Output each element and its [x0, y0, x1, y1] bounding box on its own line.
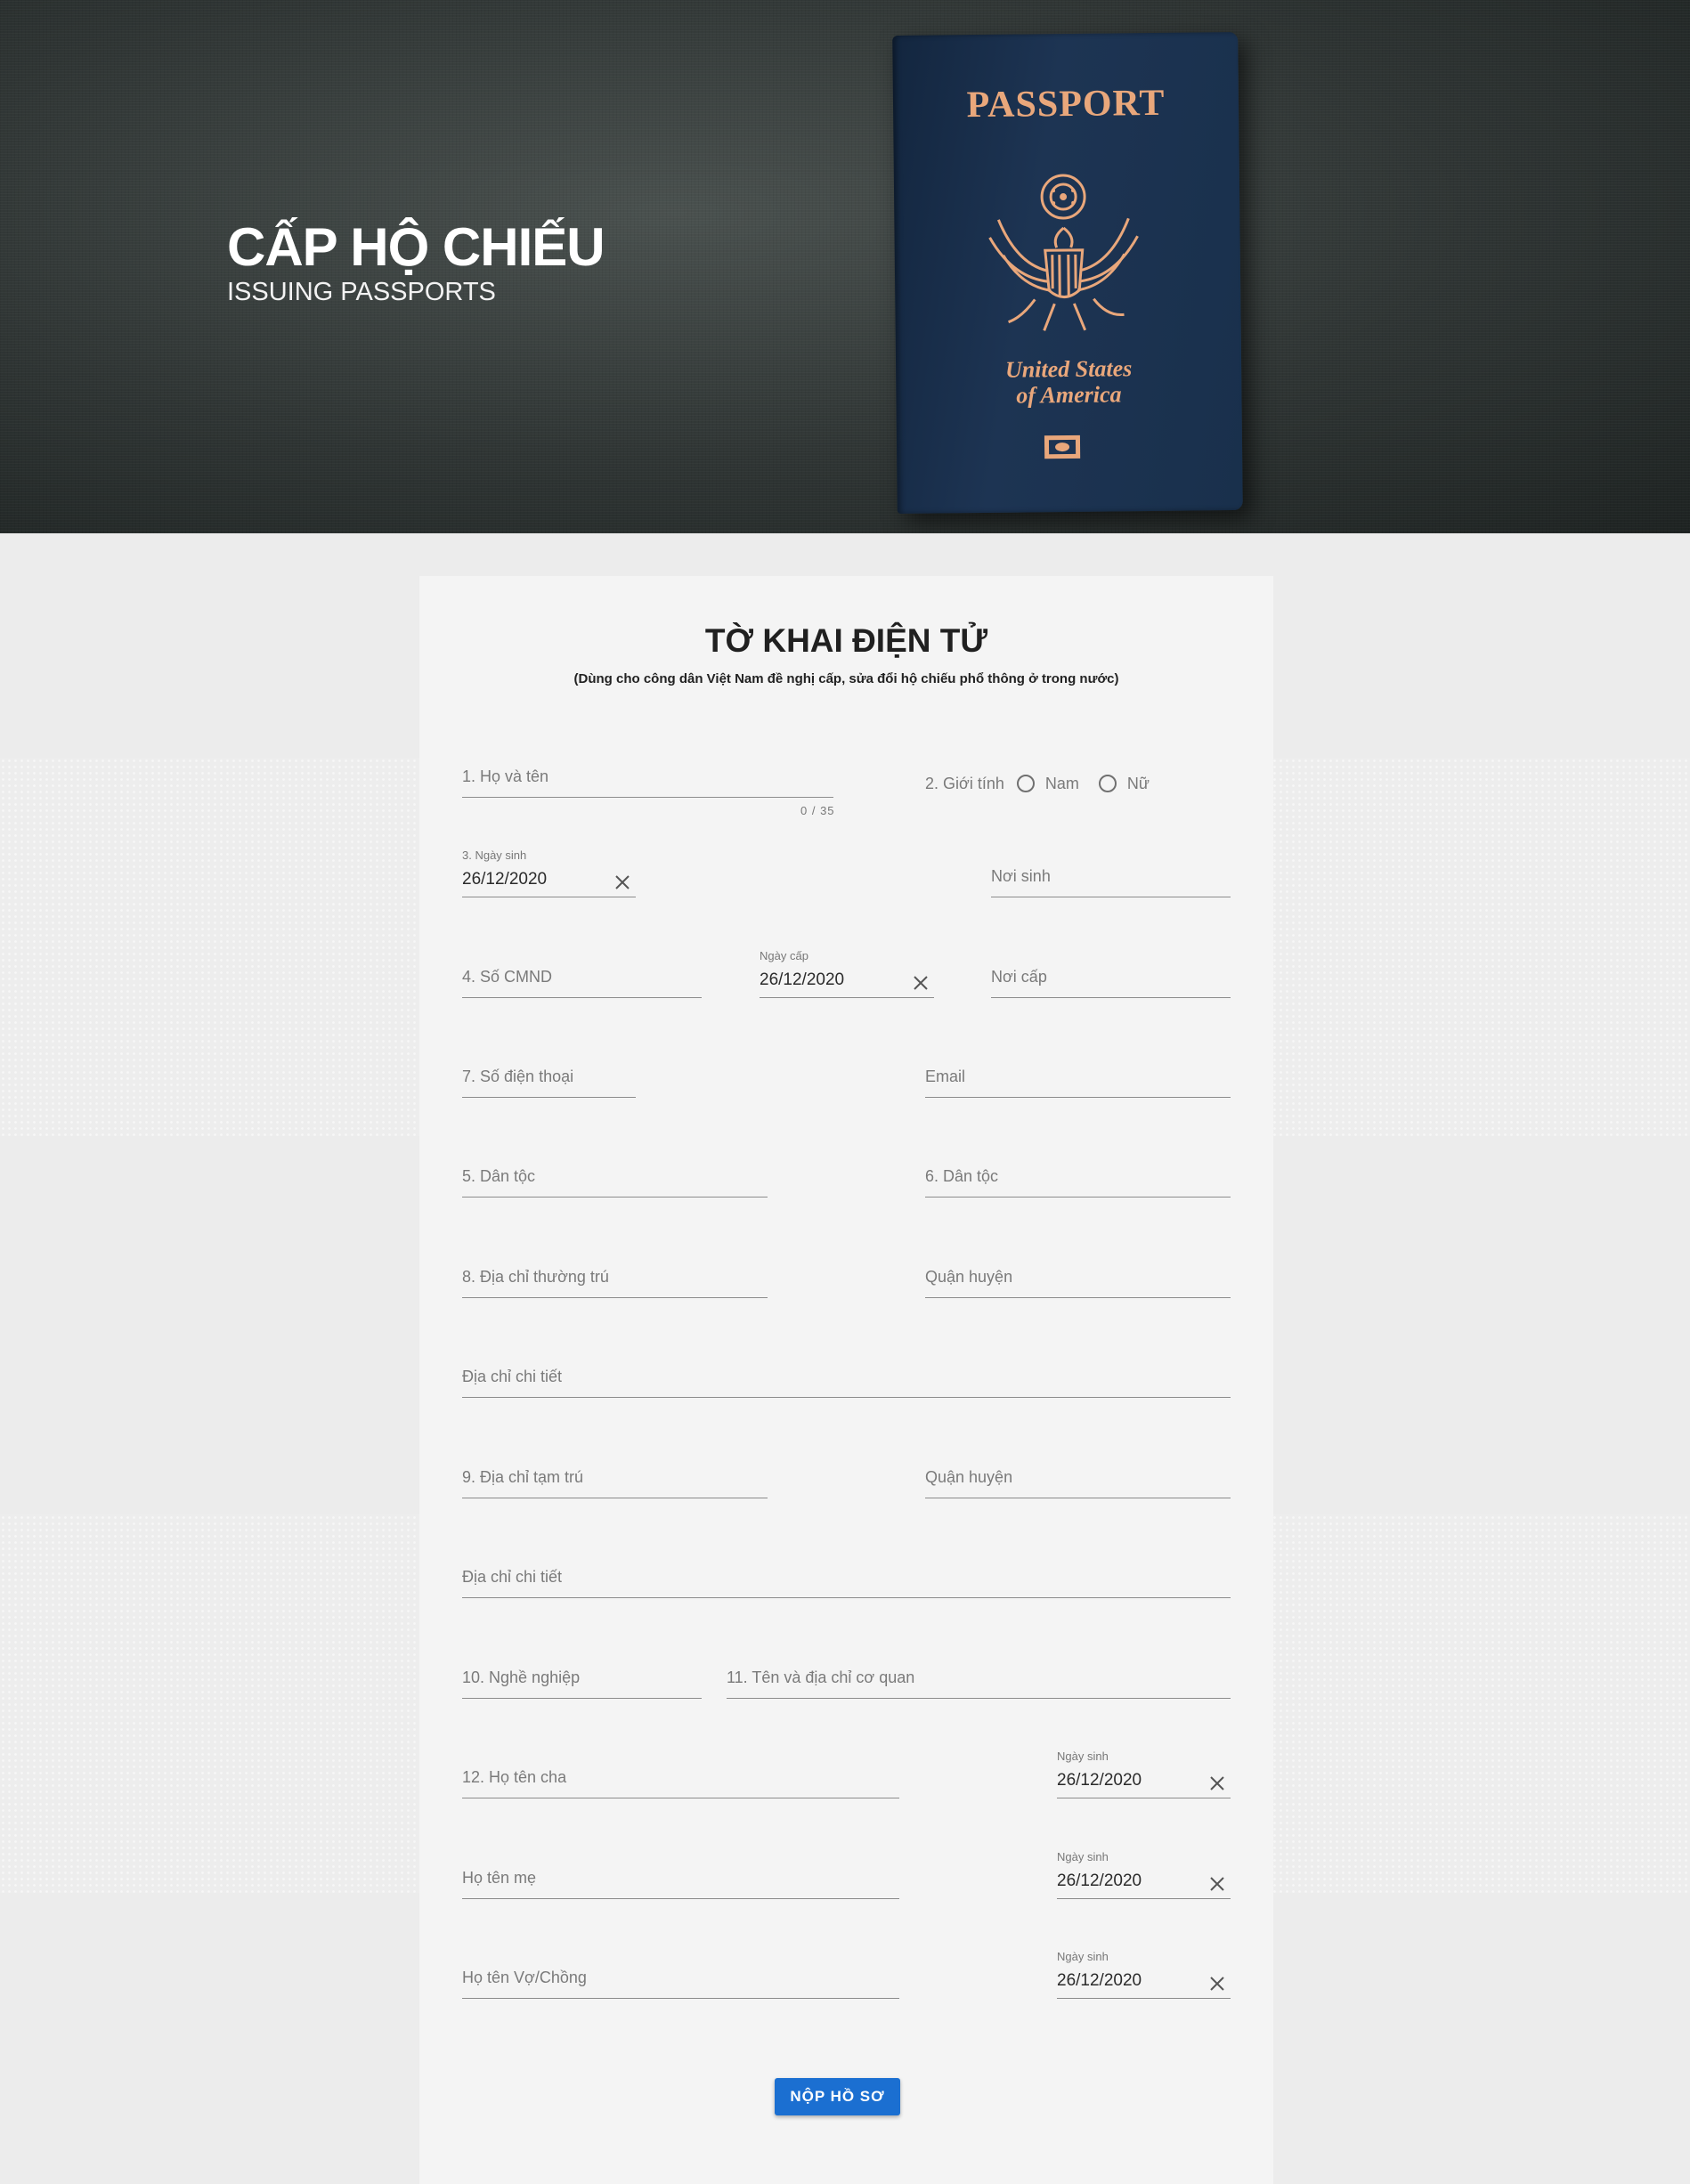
mother-name-field[interactable]: Họ tên mẹ: [462, 1846, 899, 1899]
chip-icon: [1044, 434, 1081, 459]
clear-icon[interactable]: [911, 973, 930, 993]
temporary-address-field[interactable]: 9. Địa chỉ tạm trú: [462, 1445, 768, 1498]
id-number-placeholder: 4. Số CMND: [462, 968, 553, 986]
occupation-field[interactable]: 10. Nghề nghiệp: [462, 1645, 702, 1699]
issue-place-field[interactable]: Nơi cấp: [991, 945, 1231, 998]
mother-birth-label: Ngày sinh: [1057, 1850, 1109, 1863]
email-placeholder: Email: [925, 1068, 966, 1085]
passport-image: PASSPORT United States of America: [892, 31, 1243, 515]
issue-date-label: Ngày cấp: [760, 949, 808, 962]
form-title: TỜ KHAI ĐIỆN TỬ: [704, 622, 988, 659]
gender-female-radio[interactable]: Nữ: [1098, 775, 1150, 793]
workplace-field[interactable]: 11. Tên và địa chỉ cơ quan: [727, 1645, 1231, 1699]
permanent-detail-field[interactable]: Địa chỉ chi tiết: [462, 1344, 1231, 1398]
birth-date-field[interactable]: 3. Ngày sinh 26/12/2020: [462, 844, 636, 897]
temporary-detail-field[interactable]: Địa chỉ chi tiết: [462, 1545, 1231, 1598]
spouse-name-field[interactable]: Họ tên Vợ/Chồng: [462, 1945, 899, 1999]
permanent-address-field[interactable]: 8. Địa chỉ thường trú: [462, 1245, 768, 1298]
religion-placeholder: 6. Dân tộc: [925, 1167, 999, 1185]
application-form: TỜ KHAI ĐIỆN TỬ (Dùng cho công dân Việt …: [419, 576, 1273, 2184]
birth-date-value: 26/12/2020: [462, 870, 548, 889]
mother-name-placeholder: Họ tên mẹ: [462, 1869, 537, 1887]
ethnicity-field[interactable]: 5. Dân tộc: [462, 1144, 768, 1198]
mother-birth-field[interactable]: Ngày sinh 26/12/2020: [1057, 1846, 1231, 1899]
passport-cover-title: PASSPORT: [966, 82, 1166, 126]
temporary-detail-placeholder: Địa chỉ chi tiết: [462, 1568, 563, 1586]
passport-country: United States of America: [1004, 355, 1133, 409]
full-name-field[interactable]: 1. Họ và tên: [462, 744, 833, 798]
birth-place-placeholder: Nơi sinh: [991, 867, 1051, 885]
clear-icon[interactable]: [613, 873, 632, 892]
temporary-district-field[interactable]: Quận huyện: [925, 1445, 1231, 1498]
gender-label: 2. Giới tính: [925, 774, 1004, 792]
hero-banner: CẤP HỘ CHIẾU ISSUING PASSPORTS PASSPORT: [0, 0, 1690, 533]
mother-birth-value: 26/12/2020: [1057, 1871, 1142, 1890]
birth-place-field[interactable]: Nơi sinh: [991, 844, 1231, 897]
hero-subtitle: ISSUING PASSPORTS: [227, 278, 496, 306]
gender-radio-group: 2. Giới tính Nam Nữ: [925, 770, 1169, 797]
radio-circle-icon[interactable]: [1098, 775, 1117, 792]
father-name-placeholder: 12. Họ tên cha: [462, 1768, 567, 1786]
religion-field[interactable]: 6. Dân tộc: [925, 1144, 1231, 1198]
permanent-detail-placeholder: Địa chỉ chi tiết: [462, 1368, 563, 1385]
spouse-name-placeholder: Họ tên Vợ/Chồng: [462, 1969, 587, 1986]
workplace-placeholder: 11. Tên và địa chỉ cơ quan: [727, 1668, 915, 1686]
spouse-birth-field[interactable]: Ngày sinh 26/12/2020: [1057, 1945, 1231, 1999]
father-birth-field[interactable]: Ngày sinh 26/12/2020: [1057, 1745, 1231, 1798]
occupation-placeholder: 10. Nghề nghiệp: [462, 1668, 581, 1686]
temporary-address-placeholder: 9. Địa chỉ tạm trú: [462, 1468, 584, 1486]
email-field[interactable]: Email: [925, 1044, 1231, 1098]
temporary-district-placeholder: Quận huyện: [925, 1468, 1013, 1486]
father-birth-value: 26/12/2020: [1057, 1771, 1142, 1790]
eagle-emblem-icon: [988, 174, 1139, 331]
clear-icon[interactable]: [1207, 1874, 1227, 1894]
submit-button[interactable]: NỘP HỒ SƠ: [775, 2078, 900, 2115]
phone-field[interactable]: 7. Số điện thoại: [462, 1044, 636, 1098]
spouse-birth-label: Ngày sinh: [1057, 1950, 1109, 1963]
clear-icon[interactable]: [1207, 1774, 1227, 1793]
permanent-district-field[interactable]: Quận huyện: [925, 1245, 1231, 1298]
permanent-district-placeholder: Quận huyện: [925, 1268, 1013, 1286]
ethnicity-placeholder: 5. Dân tộc: [462, 1167, 536, 1185]
full-name-placeholder: 1. Họ và tên: [462, 767, 549, 785]
hero-title: CẤP HỘ CHIẾU: [227, 217, 605, 277]
father-name-field[interactable]: 12. Họ tên cha: [462, 1745, 899, 1798]
spouse-birth-value: 26/12/2020: [1057, 1971, 1142, 1990]
full-name-counter: 0 / 35: [800, 804, 835, 817]
id-number-field[interactable]: 4. Số CMND: [462, 945, 702, 998]
permanent-address-placeholder: 8. Địa chỉ thường trú: [462, 1268, 609, 1286]
phone-placeholder: 7. Số điện thoại: [462, 1068, 574, 1085]
issue-place-placeholder: Nơi cấp: [991, 968, 1047, 986]
radio-circle-icon[interactable]: [1016, 775, 1035, 792]
gender-male-radio[interactable]: Nam: [1016, 775, 1079, 793]
form-note: (Dùng cho công dân Việt Nam đề nghị cấp,…: [573, 671, 1119, 686]
issue-date-field[interactable]: Ngày cấp 26/12/2020: [760, 945, 934, 998]
clear-icon[interactable]: [1207, 1974, 1227, 1993]
birth-date-label: 3. Ngày sinh: [462, 848, 527, 862]
father-birth-label: Ngày sinh: [1057, 1750, 1109, 1763]
issue-date-value: 26/12/2020: [760, 970, 845, 989]
